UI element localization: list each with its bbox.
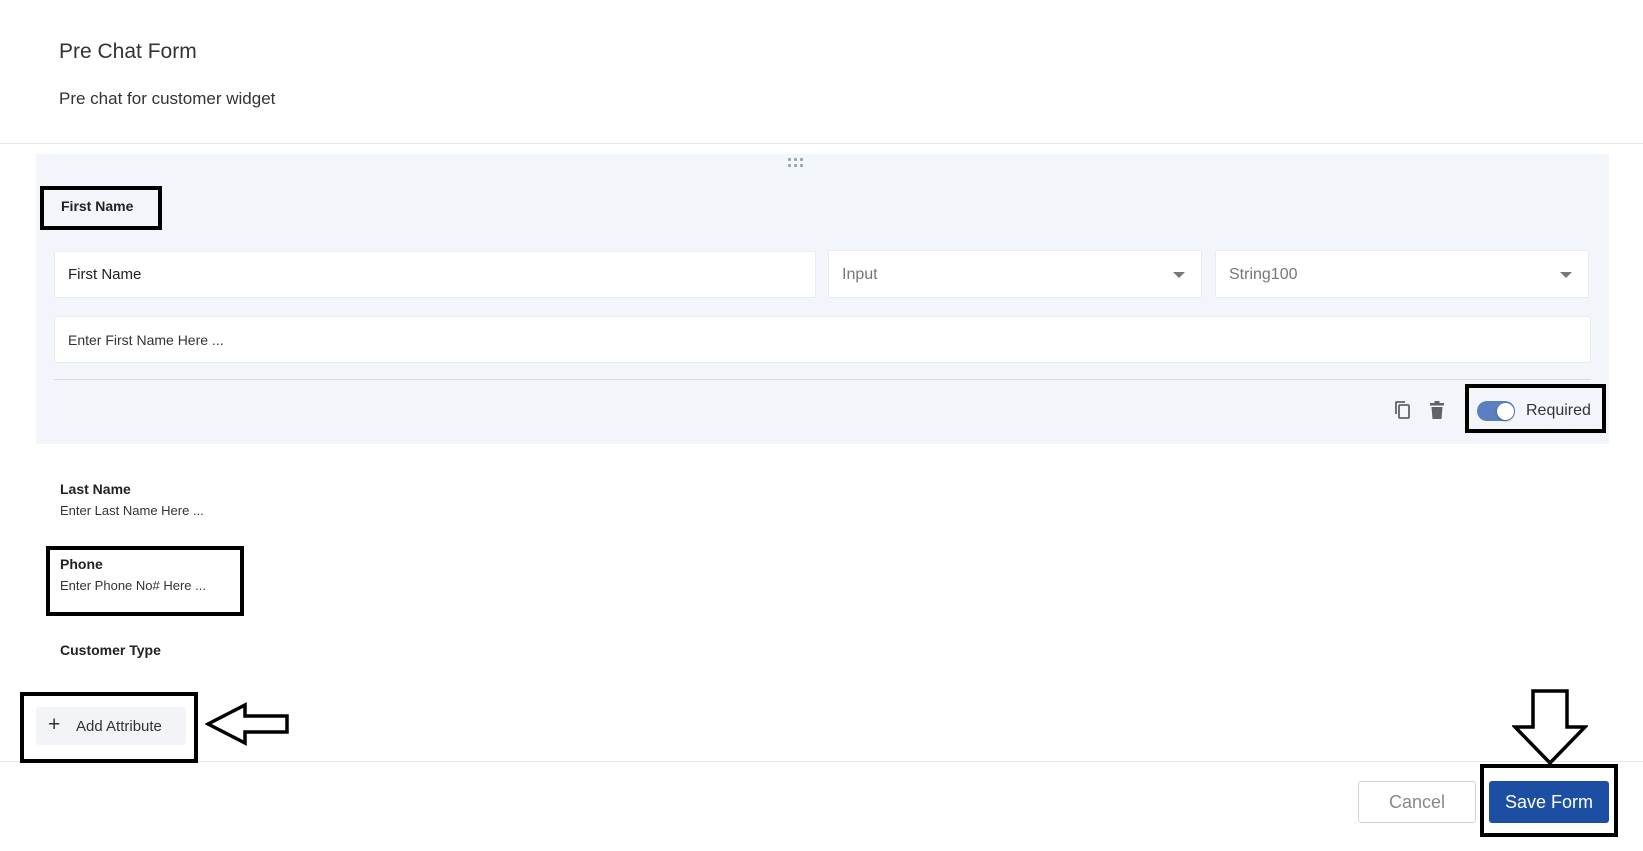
- cancel-button[interactable]: Cancel: [1358, 781, 1476, 823]
- active-field-card: First Name Input String100 Required: [36, 154, 1609, 444]
- field-placeholder-input[interactable]: [54, 316, 1591, 363]
- arrow-down-icon: [1512, 689, 1588, 766]
- field-type-value: Input: [842, 266, 878, 283]
- card-divider: [54, 379, 1591, 380]
- field-row-phone[interactable]: Phone Enter Phone No# Here ...: [60, 556, 206, 593]
- chevron-down-icon: [1173, 272, 1185, 278]
- field-format-value: String100: [1229, 266, 1298, 283]
- save-form-button[interactable]: Save Form: [1489, 781, 1609, 823]
- field-name-input[interactable]: [54, 251, 816, 298]
- arrow-left-icon: [205, 702, 289, 746]
- required-label: Required: [1526, 402, 1591, 419]
- drag-handle-icon[interactable]: [788, 158, 804, 168]
- field-row-placeholder: Enter Last Name Here ...: [60, 503, 204, 518]
- delete-icon[interactable]: [1425, 398, 1449, 422]
- add-attribute-button[interactable]: + Add Attribute: [36, 707, 186, 745]
- toggle-knob: [1497, 403, 1514, 420]
- page-subtitle: Pre chat for customer widget: [59, 89, 276, 108]
- toggle-track: [1477, 401, 1515, 421]
- chevron-down-icon: [1560, 272, 1572, 278]
- page-header: Pre Chat Form Pre chat for customer widg…: [0, 0, 1643, 144]
- field-format-select[interactable]: String100: [1215, 250, 1589, 298]
- copy-icon[interactable]: [1391, 398, 1415, 422]
- field-row-customer-type[interactable]: Customer Type: [60, 642, 161, 664]
- field-label: First Name: [61, 198, 134, 214]
- required-toggle[interactable]: Required: [1477, 398, 1597, 424]
- field-row-last-name[interactable]: Last Name Enter Last Name Here ...: [60, 481, 204, 518]
- field-row-label: Phone: [60, 556, 103, 572]
- field-type-select[interactable]: Input: [828, 250, 1202, 298]
- page-title: Pre Chat Form: [59, 40, 197, 63]
- plus-icon: +: [48, 713, 61, 736]
- field-row-label: Customer Type: [60, 642, 161, 658]
- field-row-placeholder: Enter Phone No# Here ...: [60, 578, 206, 593]
- add-attribute-label: Add Attribute: [76, 718, 162, 735]
- field-row-label: Last Name: [60, 481, 131, 497]
